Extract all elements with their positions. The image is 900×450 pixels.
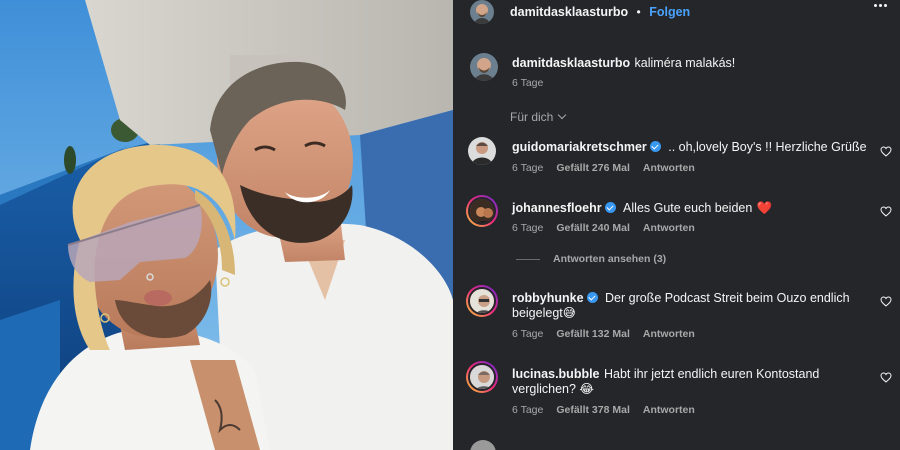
sweat-smile-emoji: 😅 [562, 306, 576, 320]
comment-text: beigelegt [512, 306, 563, 320]
comment-avatar-image [468, 137, 496, 165]
chevron-down-icon [558, 110, 567, 120]
comment-avatar-image [468, 363, 496, 391]
heart-emoji: ❤️ [756, 201, 773, 215]
comment-avatar[interactable] [466, 285, 498, 317]
comment-avatar[interactable] [466, 195, 498, 227]
comment-text: Habt ihr jetzt endlich euren Kontostand [603, 367, 820, 381]
heart-icon[interactable] [880, 296, 892, 307]
comment-time: 6 Tage [512, 404, 544, 416]
comment-1: guidomariakretschmer .. oh,lovely Boy's … [512, 138, 867, 156]
post-image [0, 0, 453, 450]
comment-text: Der große Podcast Streit beim Ouzo endli… [605, 291, 850, 305]
comment-username[interactable]: lucinas.bubble [512, 367, 600, 381]
comment-4-line2: verglichen? 😂 [512, 381, 594, 398]
verified-badge-icon [604, 202, 616, 213]
caption-avatar-image [470, 53, 498, 81]
reply-button[interactable]: Antworten [643, 222, 695, 234]
comment-3-meta: 6 Tage Gefällt 132 Mal Antworten [512, 328, 708, 340]
view-replies-button[interactable]: Antworten ansehen (3) [553, 253, 666, 265]
verified-badge-icon [649, 141, 661, 152]
comment-likes[interactable]: Gefällt 276 Mal [556, 162, 630, 174]
comment-time: 6 Tage [512, 162, 544, 174]
caption-username[interactable]: damitdasklaasturbo [512, 56, 630, 70]
comment-2-meta: 6 Tage Gefällt 240 Mal Antworten [512, 222, 708, 234]
sort-dropdown[interactable]: Für dich [510, 110, 567, 124]
comment-username[interactable]: robbyhunke [512, 291, 584, 305]
comment-avatar[interactable] [466, 361, 498, 393]
comment-text: .. oh,lovely Boy's !! Herzliche Grüße [668, 140, 867, 154]
comment-avatar[interactable] [468, 137, 496, 165]
heart-icon[interactable] [880, 372, 892, 383]
author-avatar[interactable] [470, 0, 494, 24]
heart-icon[interactable] [880, 146, 892, 157]
comment-time: 6 Tage [512, 222, 544, 234]
comment-likes[interactable]: Gefällt 132 Mal [556, 328, 630, 340]
reply-button[interactable]: Antworten [643, 162, 695, 174]
comment-3-line2: beigelegt😅 [512, 305, 576, 322]
reply-button[interactable]: Antworten [643, 404, 695, 416]
comment-time: 6 Tage [512, 328, 544, 340]
reply-button[interactable]: Antworten [643, 328, 695, 340]
post-header: damitdasklaasturbo • Folgen [510, 3, 690, 21]
comment-likes[interactable]: Gefällt 378 Mal [556, 404, 630, 416]
caption-avatar[interactable] [470, 53, 498, 81]
separator-dot: • [636, 5, 641, 19]
comment-avatar-image [468, 287, 496, 315]
comment-4-meta: 6 Tage Gefällt 378 Mal Antworten [512, 404, 708, 416]
verified-badge-icon [586, 292, 598, 303]
heart-icon[interactable] [880, 206, 892, 217]
author-avatar-image [470, 0, 494, 24]
more-icon[interactable] [874, 4, 887, 7]
comment-username[interactable]: johannesfloehr [512, 201, 602, 215]
sort-label: Für dich [510, 110, 554, 124]
author-username[interactable]: damitdasklaasturbo [510, 5, 628, 19]
caption: damitdasklaasturbo kaliméra malakás! [512, 54, 735, 72]
caption-time: 6 Tage [512, 77, 544, 89]
comment-text: verglichen? [512, 382, 576, 396]
comment-avatar-image [468, 197, 496, 225]
comment-likes[interactable]: Gefällt 240 Mal [556, 222, 630, 234]
comment-1-meta: 6 Tage Gefällt 276 Mal Antworten [512, 162, 708, 174]
comment-text: Alles Gute euch beiden [623, 201, 753, 215]
follow-button[interactable]: Folgen [649, 5, 690, 19]
comment-2: johannesfloehr Alles Gute euch beiden ❤️ [512, 199, 772, 217]
post-photo[interactable] [0, 0, 453, 450]
caption-text: kaliméra malakás! [634, 56, 736, 70]
comment-username[interactable]: guidomariakretschmer [512, 140, 647, 154]
replies-divider [516, 259, 540, 260]
instagram-post-view: damitdasklaasturbo • Folgen damitdasklaa… [0, 0, 900, 450]
laughing-emoji: 😂 [579, 382, 595, 396]
